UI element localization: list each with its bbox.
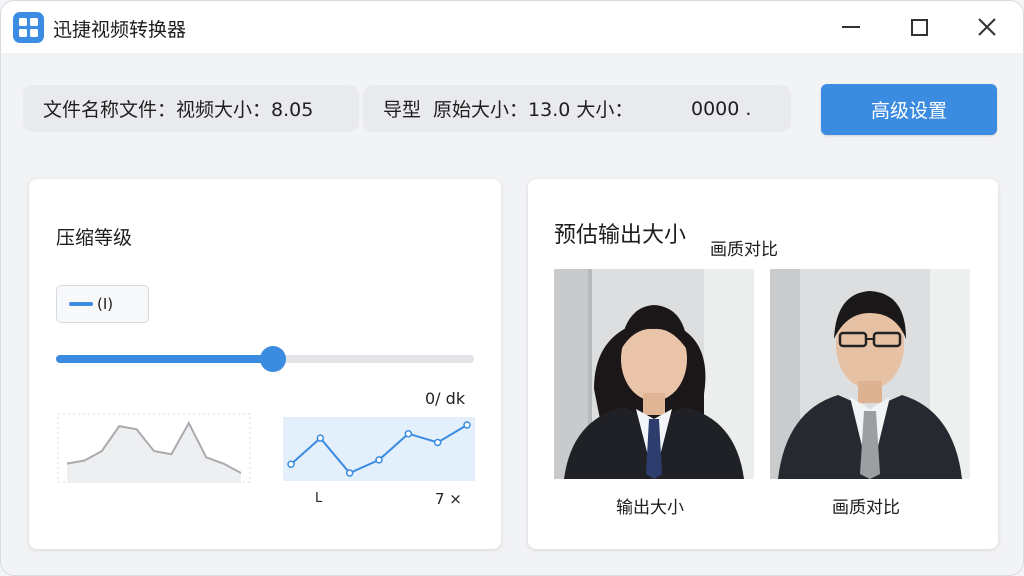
slider-fill: [56, 355, 274, 363]
minimize-icon: [842, 26, 860, 28]
level-value: (I): [97, 295, 114, 313]
chart-point: [463, 421, 471, 429]
grid-app-icon: [13, 12, 44, 43]
output-preview-image: [554, 269, 754, 479]
estimate-title: 预估输出大小: [554, 223, 687, 248]
original-size-text: 原始大小：13.0 大小：: [433, 99, 634, 121]
compression-slider[interactable]: [56, 346, 474, 372]
estimate-panel: 预估输出大小 画质对比 输出大小 画质对比: [528, 179, 998, 549]
chart-tick-left: L: [315, 491, 323, 506]
chart-b-area: [283, 417, 475, 481]
minimize-button[interactable]: [831, 9, 871, 45]
quality-trend-chart: [283, 417, 475, 481]
chart-area-fill: [67, 423, 241, 483]
compression-level-select[interactable]: (I): [56, 285, 149, 323]
title-bar: 迅捷视频转换器: [1, 1, 1023, 53]
chart-b-label: 0/ dk: [425, 389, 466, 408]
size-trend-chart: [57, 413, 251, 483]
compression-panel: 压缩等级 (I) 0/ dk L 7 ×: [29, 179, 501, 549]
window-title: 迅捷视频转换器: [53, 19, 187, 41]
chart-point: [375, 456, 383, 464]
original-prefix-text: 导型: [383, 99, 422, 121]
maximize-icon: [910, 18, 928, 36]
output-size-caption: 输出大小: [616, 498, 684, 518]
chart-point: [404, 429, 413, 438]
close-icon: [978, 18, 996, 36]
chart-tick-right: 7 ×: [435, 490, 462, 508]
chart-point: [287, 460, 295, 469]
quality-caption: 画质对比: [832, 498, 900, 518]
quality-preview-image: [770, 269, 970, 479]
file-info-field: 文件名称文件：视频大小：8.05: [23, 85, 359, 132]
chart-point: [433, 438, 442, 447]
file-info-text: 文件名称文件：视频大小：8.05: [43, 99, 314, 121]
quality-compare-title: 画质对比: [710, 240, 778, 260]
maximize-button[interactable]: [899, 9, 939, 45]
app-window: 迅捷视频转换器 文件名称文件：视频大小：8.05 0000 . 导型 原始大小：…: [0, 0, 1024, 576]
slider-thumb[interactable]: [260, 346, 287, 372]
chart-point: [345, 469, 354, 477]
chart-point: [316, 434, 325, 442]
close-button[interactable]: [967, 9, 1007, 45]
compression-title: 压缩等级: [56, 227, 133, 249]
level-dash-icon: [69, 302, 93, 306]
advanced-settings-button[interactable]: 高级设置: [821, 84, 997, 135]
original-size-field: 导型 原始大小：13.0 大小：: [363, 85, 663, 132]
size-value-text: 0000 .: [691, 97, 752, 120]
